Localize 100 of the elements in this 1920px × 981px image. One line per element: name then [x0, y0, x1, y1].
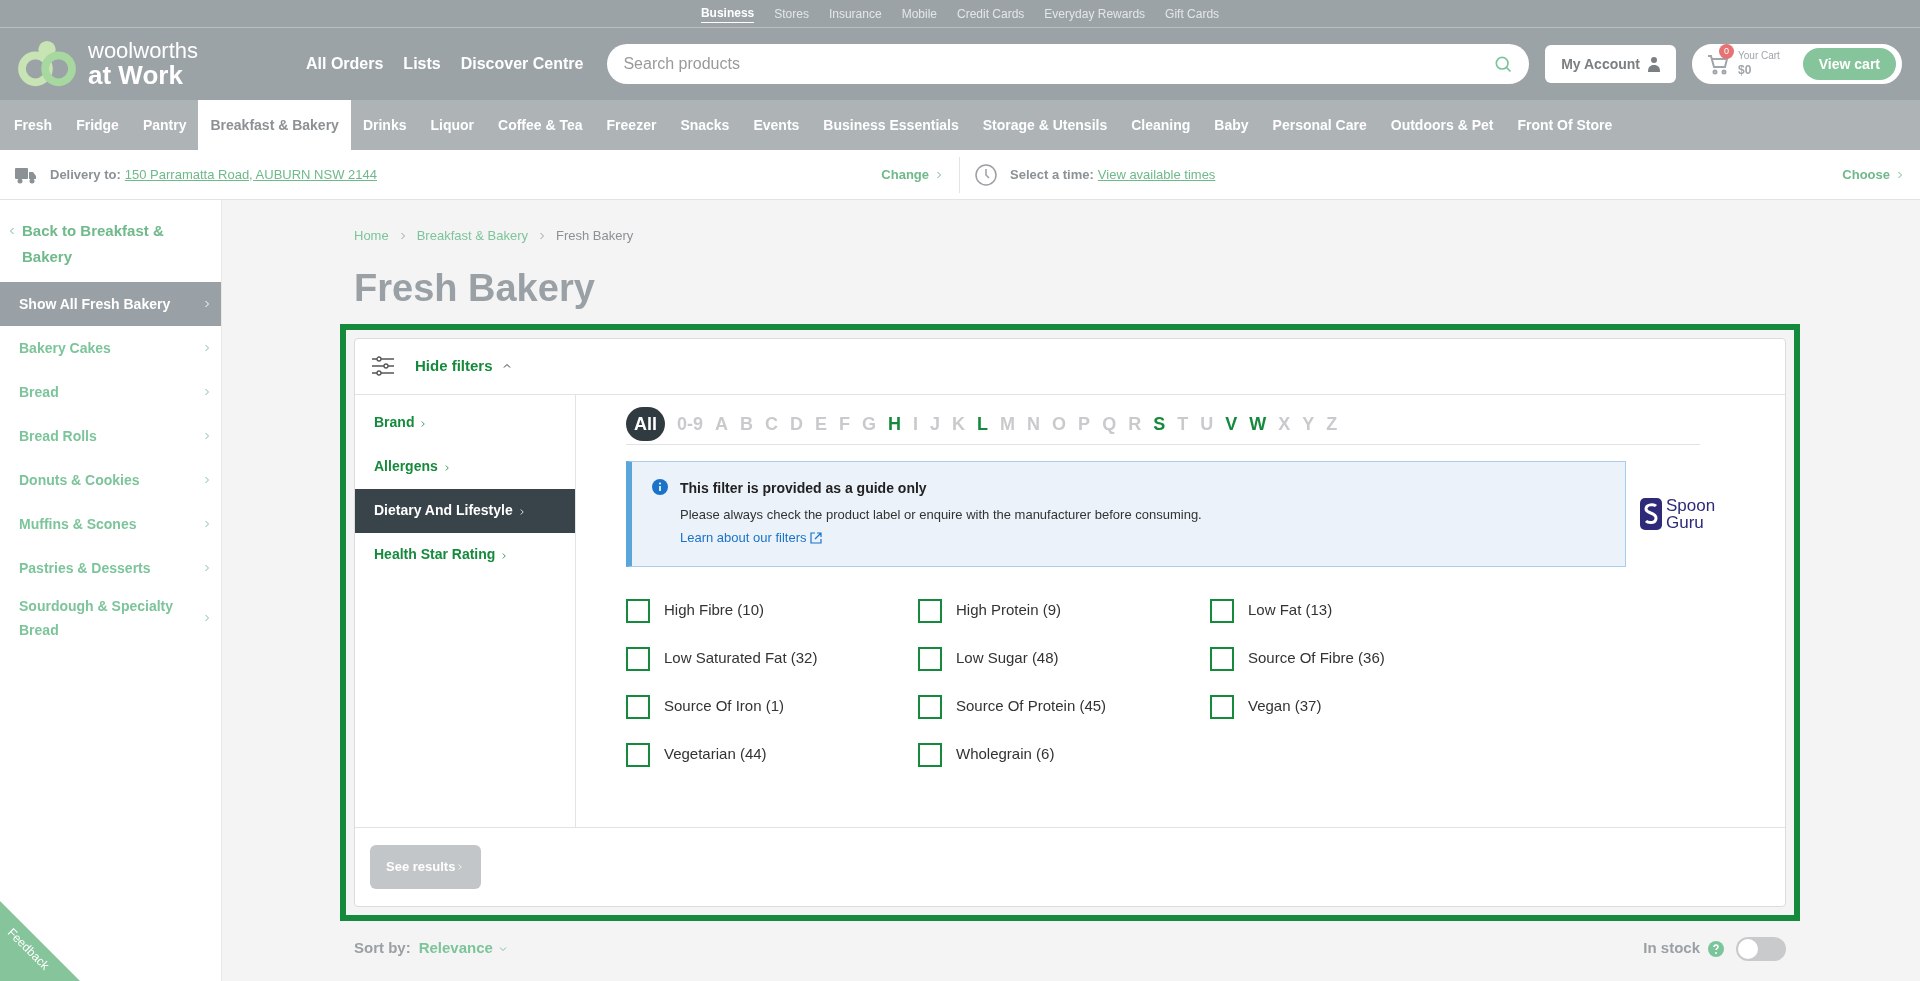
back-link[interactable]: Back to Breakfast & Bakery	[0, 218, 221, 270]
category-tab[interactable]: Front Of Store	[1505, 100, 1625, 150]
category-tab[interactable]: Personal Care	[1260, 100, 1379, 150]
checkbox[interactable]	[918, 694, 942, 719]
header-link[interactable]: Discover Centre	[460, 52, 584, 76]
sidebar-item[interactable]: Bakery Cakes	[0, 326, 221, 370]
letter-filter[interactable]: S	[1153, 410, 1166, 438]
checkbox[interactable]	[626, 742, 650, 767]
checkbox[interactable]	[918, 742, 942, 767]
category-tab[interactable]: Storage & Utensils	[970, 100, 1120, 150]
filter-checkbox-option[interactable]: High Protein (9)	[918, 596, 1210, 625]
filter-checkbox-option[interactable]: Vegan (37)	[1210, 692, 1502, 721]
category-tab[interactable]: Coffee & Tea	[486, 100, 595, 150]
view-cart-button[interactable]: View cart	[1802, 48, 1896, 80]
category-tab[interactable]: Breakfast & Bakery	[198, 100, 351, 150]
account-button[interactable]: My Account	[1545, 45, 1676, 83]
delivery-address-link[interactable]: 150 Parramatta Road, AUBURN NSW 2144	[124, 164, 377, 185]
learn-filters-link[interactable]: Learn about our filters	[680, 528, 1202, 548]
checkbox[interactable]	[918, 646, 942, 671]
cart-total: $0	[1738, 62, 1753, 78]
notice-text: Please always check the product label or enquire with the manufacturer before consuming.	[680, 505, 1202, 524]
checkbox[interactable]	[626, 694, 650, 719]
in-stock-label: In stock	[1643, 938, 1700, 959]
sidebar-item[interactable]: Donuts & Cookies	[0, 458, 221, 502]
sort-dropdown[interactable]: Relevance	[418, 937, 509, 960]
category-tab[interactable]: Outdoors & Pet	[1378, 100, 1506, 150]
filter-checkbox-option[interactable]: High Fibre (10)	[626, 596, 918, 625]
category-tab[interactable]: Drinks	[350, 100, 419, 150]
sort-label: Sort by:	[354, 938, 411, 959]
change-link[interactable]: Change	[881, 164, 945, 185]
filter-checkbox-option[interactable]: Low Fat (13)	[1210, 596, 1502, 625]
filter-checkbox-option[interactable]: Low Saturated Fat (32)	[626, 644, 918, 673]
filter-checkbox-option[interactable]: Low Sugar (48)	[918, 644, 1210, 673]
utility-nav-link[interactable]: Mobile	[901, 4, 937, 23]
spoon-guru-wordmark: Spoon Guru	[1666, 496, 1716, 531]
search-icon	[1493, 54, 1514, 74]
category-tab[interactable]: Events	[741, 100, 812, 150]
page-title: Fresh Bakery	[353, 265, 596, 311]
utility-nav-link[interactable]: Business	[700, 4, 755, 23]
category-tab[interactable]: Cleaning	[1119, 100, 1203, 150]
sidebar-item[interactable]: Bread	[0, 370, 221, 414]
breadcrumb-link[interactable]: Home	[354, 226, 389, 246]
breadcrumb-link[interactable]: Fresh Bakery	[555, 226, 634, 246]
utility-nav-link[interactable]: Stores	[774, 4, 809, 23]
checkbox[interactable]	[1210, 598, 1234, 623]
filter-checkbox-option[interactable]: Source Of Fibre (36)	[1210, 644, 1502, 673]
hide-filters-button[interactable]: Hide filters	[415, 354, 513, 378]
cart-icon	[1706, 52, 1730, 76]
sidebar-item[interactable]: Pastries & Desserts	[0, 546, 221, 590]
notice-title: This filter is provided as a guide only	[680, 478, 928, 498]
utility-nav-link[interactable]: Everyday Rewards	[1044, 4, 1146, 23]
category-tab[interactable]: Business Essentials	[811, 100, 971, 150]
time-label: Select a time:	[1010, 165, 1094, 184]
filter-group-item[interactable]: Brand	[355, 400, 575, 445]
checkbox[interactable]	[626, 598, 650, 623]
category-tab[interactable]: Baby	[1202, 100, 1261, 150]
filter-group-item[interactable]: Allergens	[355, 444, 575, 489]
letter-filter[interactable]: L	[977, 410, 989, 438]
sidebar-item[interactable]: Sourdough & Specialty Bread	[0, 590, 221, 646]
category-tab[interactable]: Fresh	[2, 100, 65, 150]
available-times-link[interactable]: View available times	[1097, 164, 1216, 185]
category-tab[interactable]: Freezer	[594, 100, 669, 150]
spoon-guru-logo-icon	[1640, 497, 1662, 530]
utility-nav-link[interactable]: Gift Cards	[1165, 4, 1220, 23]
sidebar-item[interactable]: Show All Fresh Bakery	[0, 282, 221, 326]
header-link[interactable]: Lists	[403, 52, 441, 76]
sliders-icon	[371, 356, 395, 376]
info-icon	[652, 478, 668, 495]
logo-wordmark: woolworths at Work	[88, 40, 199, 88]
utility-nav-link[interactable]: Insurance	[828, 4, 882, 23]
category-tab[interactable]: Pantry	[130, 100, 199, 150]
filter-checkbox-option[interactable]: Vegetarian (44)	[626, 740, 918, 769]
category-tab[interactable]: Liquor	[418, 100, 486, 150]
filter-checkbox-option[interactable]: Source Of Protein (45)	[918, 692, 1210, 721]
letter-filter[interactable]: H	[888, 410, 902, 438]
checkbox[interactable]	[918, 598, 942, 623]
person-icon	[1648, 56, 1660, 72]
utility-nav-link[interactable]: Credit Cards	[957, 4, 1025, 23]
clock-icon	[974, 162, 998, 187]
checkbox[interactable]	[1210, 694, 1234, 719]
sidebar-item[interactable]: Bread Rolls	[0, 414, 221, 458]
category-tab[interactable]: Fridge	[64, 100, 131, 150]
category-tab[interactable]: Snacks	[668, 100, 742, 150]
checkbox[interactable]	[626, 646, 650, 671]
search-field[interactable]: Search products	[607, 44, 1530, 84]
letter-filter[interactable]: All	[626, 407, 665, 441]
choose-link[interactable]: Choose	[1842, 164, 1906, 185]
sidebar-item[interactable]: Muffins & Scones	[0, 502, 221, 546]
external-link-icon	[810, 531, 823, 544]
cart-count-badge: 0	[1719, 44, 1734, 59]
letter-filter[interactable]: V	[1225, 410, 1238, 438]
filter-group-item[interactable]: Dietary And Lifestyle	[355, 488, 575, 533]
in-stock-toggle[interactable]	[1736, 936, 1786, 961]
checkbox[interactable]	[1210, 646, 1234, 671]
filter-group-item[interactable]: Health Star Rating	[355, 532, 575, 577]
letter-filter[interactable]: W	[1249, 410, 1267, 438]
filter-checkbox-option[interactable]: Wholegrain (6)	[918, 740, 1210, 769]
breadcrumb-link[interactable]: Breakfast & Bakery	[416, 226, 528, 246]
filter-checkbox-option[interactable]: Source Of Iron (1)	[626, 692, 918, 721]
header-link[interactable]: All Orders	[306, 52, 384, 76]
